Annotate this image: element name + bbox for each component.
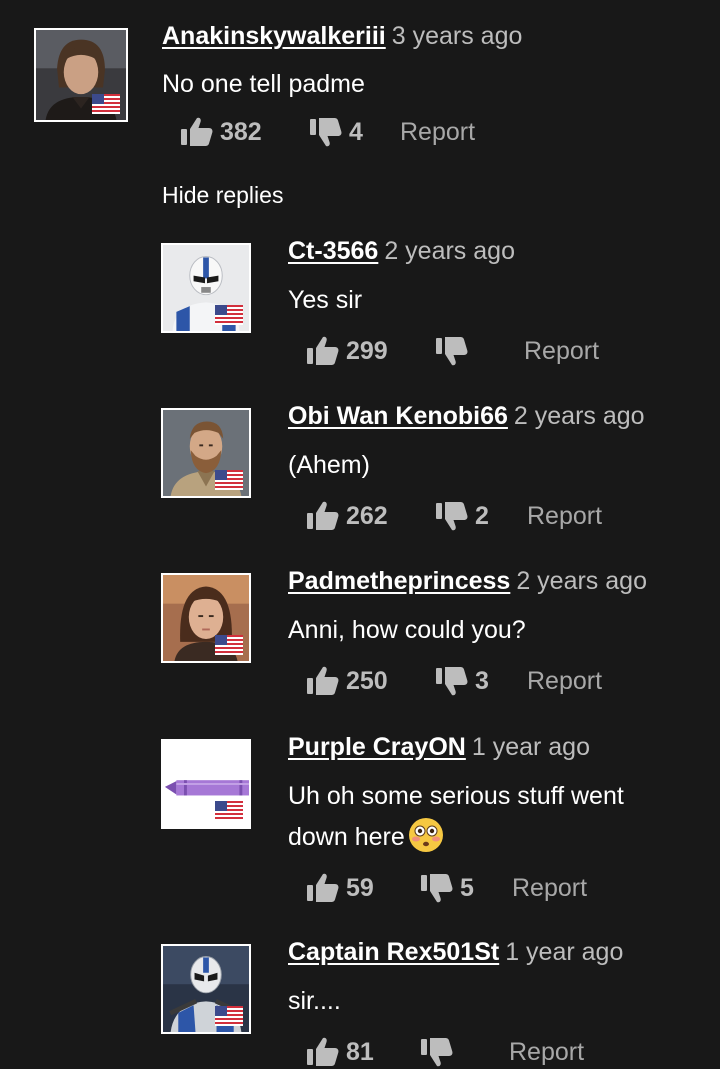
thumbs-down-icon bbox=[435, 335, 469, 367]
thumbs-down-icon bbox=[435, 665, 469, 697]
username[interactable]: Anakinskywalkeriii bbox=[162, 22, 386, 50]
comment-actions: 299 Report bbox=[288, 334, 708, 368]
like-button[interactable]: 81 bbox=[306, 1035, 374, 1069]
flushed-face-emoji bbox=[408, 818, 443, 852]
username[interactable]: Padmetheprincess bbox=[288, 567, 510, 595]
dislike-count: 3 bbox=[475, 667, 489, 695]
comment-actions: 59 5 Report bbox=[288, 871, 720, 905]
comment-actions: 250 3 Report bbox=[288, 664, 708, 698]
dislike-count: 4 bbox=[349, 118, 363, 146]
thumbs-up-icon bbox=[180, 116, 214, 148]
comment-text: No one tell padme bbox=[162, 70, 365, 98]
comment-text: (Ahem) bbox=[288, 451, 370, 479]
like-count: 299 bbox=[346, 337, 388, 365]
like-count: 382 bbox=[220, 118, 262, 146]
dislike-count: 5 bbox=[460, 874, 474, 902]
comment-actions: 382 4 Report bbox=[162, 115, 582, 149]
like-button[interactable]: 382 bbox=[180, 115, 262, 149]
like-button[interactable]: 262 bbox=[306, 499, 388, 533]
avatar[interactable] bbox=[34, 28, 128, 122]
timestamp: 3 years ago bbox=[391, 22, 523, 50]
username[interactable]: Obi Wan Kenobi66 bbox=[288, 402, 508, 430]
avatar[interactable] bbox=[161, 739, 251, 829]
like-button[interactable]: 299 bbox=[306, 334, 388, 368]
comment-text: Yes sir bbox=[288, 286, 363, 314]
dislike-count: 2 bbox=[475, 502, 489, 530]
like-button[interactable]: 59 bbox=[306, 871, 374, 905]
timestamp: 2 years ago bbox=[384, 237, 515, 265]
comment-text-line: down here bbox=[288, 823, 405, 851]
avatar[interactable] bbox=[161, 408, 251, 498]
avatar[interactable] bbox=[161, 573, 251, 663]
like-count: 250 bbox=[346, 667, 388, 695]
timestamp: 2 years ago bbox=[516, 567, 647, 595]
like-count: 59 bbox=[346, 874, 374, 902]
comment-text: sir.... bbox=[288, 987, 341, 1015]
comment-text-line: Uh oh some serious stuff went bbox=[288, 782, 624, 810]
thumbs-up-icon bbox=[306, 872, 340, 904]
username[interactable]: Purple CrayON bbox=[288, 733, 466, 761]
thumbs-down-icon bbox=[309, 116, 343, 148]
thumbs-down-icon bbox=[420, 872, 454, 904]
dislike-button[interactable]: 4 bbox=[309, 115, 363, 149]
report-link[interactable]: Report bbox=[527, 499, 602, 533]
timestamp: 1 year ago bbox=[471, 733, 590, 761]
username[interactable]: Ct-3566 bbox=[288, 237, 378, 265]
us-flag-icon bbox=[215, 305, 243, 325]
like-count: 81 bbox=[346, 1038, 374, 1066]
report-link[interactable]: Report bbox=[400, 115, 475, 149]
us-flag-icon bbox=[215, 1006, 243, 1026]
dislike-button[interactable]: 5 bbox=[420, 871, 474, 905]
thumbs-up-icon bbox=[306, 500, 340, 532]
username[interactable]: Captain Rex501St bbox=[288, 938, 499, 966]
thumbs-up-icon bbox=[306, 665, 340, 697]
thumbs-up-icon bbox=[306, 335, 340, 367]
dislike-button[interactable]: 2 bbox=[435, 499, 489, 533]
timestamp: 1 year ago bbox=[505, 938, 624, 966]
comment-text: Uh oh some serious stuff went down here bbox=[288, 776, 720, 857]
thumbs-down-icon bbox=[420, 1036, 454, 1068]
like-count: 262 bbox=[346, 502, 388, 530]
us-flag-icon bbox=[92, 94, 120, 114]
timestamp: 2 years ago bbox=[513, 402, 645, 430]
us-flag-icon bbox=[215, 801, 243, 821]
us-flag-icon bbox=[215, 635, 243, 655]
hide-replies-link[interactable]: Hide replies bbox=[162, 180, 283, 210]
report-link[interactable]: Report bbox=[527, 664, 602, 698]
dislike-button[interactable] bbox=[435, 334, 475, 368]
avatar[interactable] bbox=[161, 243, 251, 333]
comment-actions: 262 2 Report bbox=[288, 499, 708, 533]
avatar[interactable] bbox=[161, 944, 251, 1034]
comment-actions: 81 Report bbox=[288, 1035, 708, 1069]
thumbs-down-icon bbox=[435, 500, 469, 532]
report-link[interactable]: Report bbox=[509, 1035, 584, 1069]
comment-text: Anni, how could you? bbox=[288, 616, 526, 644]
like-button[interactable]: 250 bbox=[306, 664, 388, 698]
report-link[interactable]: Report bbox=[512, 871, 587, 905]
dislike-button[interactable]: 3 bbox=[435, 664, 489, 698]
report-link[interactable]: Report bbox=[524, 334, 599, 368]
us-flag-icon bbox=[215, 470, 243, 490]
thumbs-up-icon bbox=[306, 1036, 340, 1068]
dislike-button[interactable] bbox=[420, 1035, 460, 1069]
